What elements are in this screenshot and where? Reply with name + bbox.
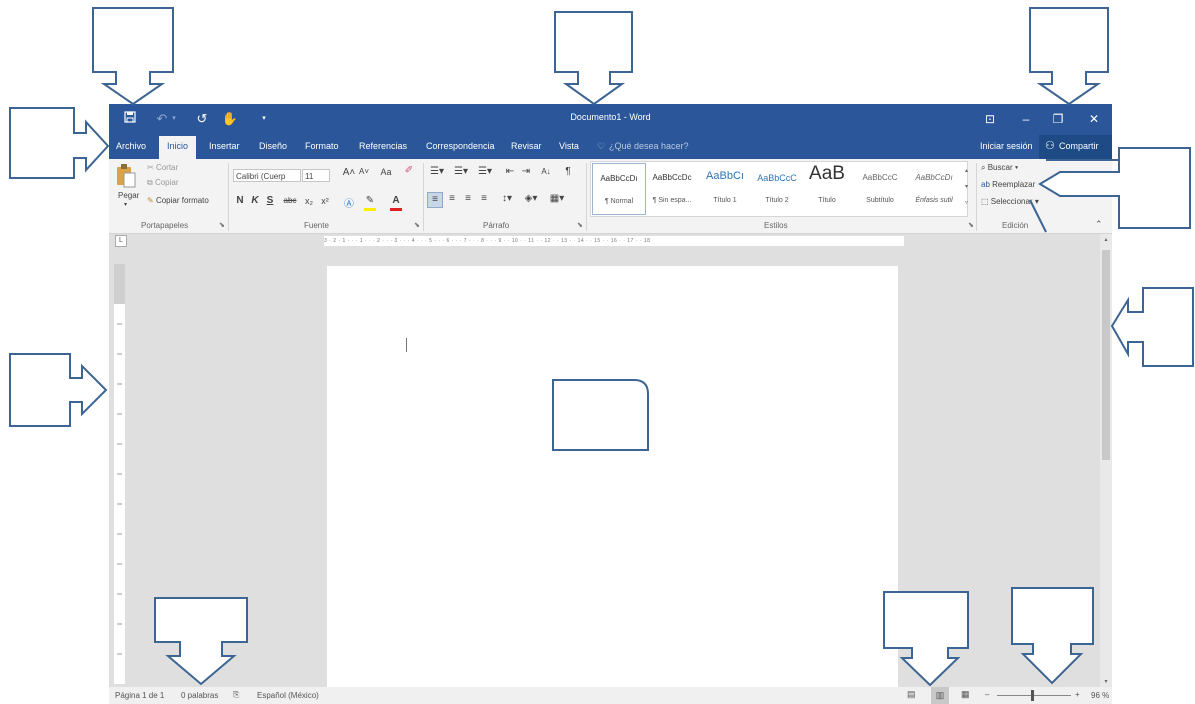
callout-box-tabs (9, 107, 110, 179)
callout-box-document-area (552, 379, 649, 451)
callout-box-window-controls (1029, 7, 1109, 106)
callout-box-view-buttons (883, 591, 969, 687)
callout-box-ruler (9, 353, 108, 427)
callout-box-quick-access (92, 7, 174, 106)
callout-box-scrollbar (1110, 287, 1194, 367)
callout-box-status-bar (154, 597, 248, 686)
callout-overlay (9, 7, 1194, 687)
callout-box-zoom (1011, 587, 1094, 685)
callout-box-title-bar (554, 11, 633, 106)
callout-leader-line (1029, 199, 1047, 233)
